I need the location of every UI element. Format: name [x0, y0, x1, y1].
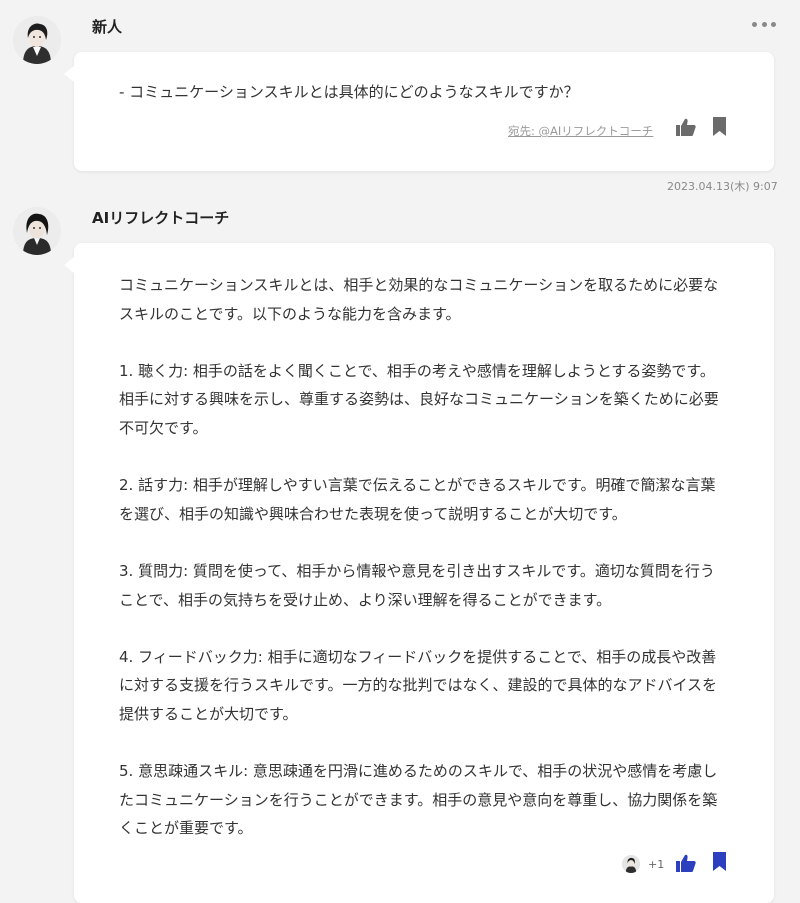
message-timestamp: 2023.04.13(木) 9:07: [667, 180, 778, 193]
like-button[interactable]: [676, 854, 696, 876]
reaction-count: +1: [648, 858, 665, 871]
sender-name: AIリフレクトコーチ: [92, 209, 230, 227]
bookmark-icon: [713, 117, 726, 136]
thumbs-up-icon: [676, 854, 696, 872]
bookmark-icon: [713, 852, 726, 871]
message-bubble: コミュニケーションスキルとは、相手と効果的なコミュニケーションを取るために必要な…: [64, 243, 774, 903]
avatar-ai-coach: [13, 207, 61, 255]
message-bubble: - コミュニケーションスキルとは具体的にどのようなスキルですか？ 宛先: @AI…: [64, 52, 774, 171]
bookmark-button[interactable]: [713, 117, 726, 140]
bookmark-button[interactable]: [713, 852, 726, 875]
more-options-button[interactable]: [752, 14, 776, 34]
recipient-link[interactable]: 宛先: @AIリフレクトコーチ: [508, 123, 653, 139]
like-button[interactable]: [676, 118, 696, 140]
message-text: - コミュニケーションスキルとは具体的にどのようなスキルですか？: [119, 83, 579, 101]
thumbs-up-icon: [676, 118, 696, 136]
more-icon: [752, 21, 757, 27]
reaction-avatar: [622, 855, 640, 873]
avatar-newcomer: [13, 16, 61, 64]
message-text: コミュニケーションスキルとは、相手と効果的なコミュニケーションを取るために必要な…: [119, 276, 719, 838]
sender-name: 新人: [92, 18, 123, 36]
